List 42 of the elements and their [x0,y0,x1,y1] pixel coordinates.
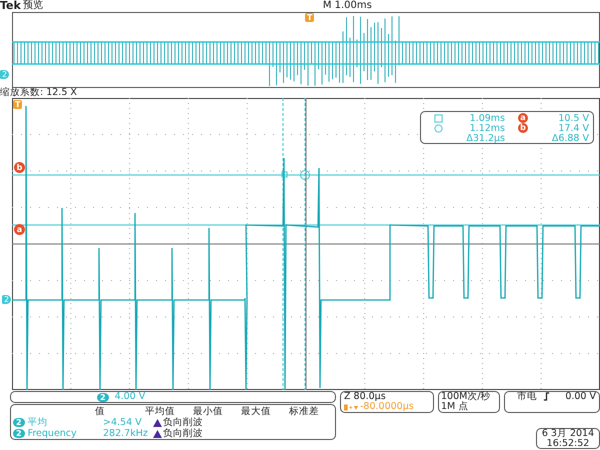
trigger-position-icon [344,404,359,410]
trigger-source: 市电 [517,392,537,402]
horizontal-position: -80.0000µs [360,402,414,412]
cursor-voltage: 10.5 V [557,112,589,124]
cursor-marker: b [518,123,528,133]
channel-marker: 2 [2,295,12,304]
channel-badge: 2 [13,429,25,438]
measurement-value: >4.54 V [103,417,143,428]
measurement-status: 负向削波 [163,427,203,440]
column-header: 最小值 [193,406,224,417]
cursor-voltage: Δ6.88 V [550,132,589,144]
channel-marker: 2 [0,70,10,79]
sample-rate: 100M次/秒 [441,392,492,402]
time-label: 16:52:52 [546,438,590,448]
trigger-level: 0.00 V [565,392,596,402]
column-header: 值 [95,406,106,417]
channel-badge: 2 [97,392,109,402]
cursor-time: Δ31.2µs [465,132,505,144]
brand-label: Tek [0,0,21,12]
square-icon [434,114,442,122]
measurement-value: 282.7kHz [103,428,149,439]
cursor-time: 1.09ms [468,112,505,124]
date-label: 6 3月 2014 [542,429,594,438]
column-header: 平均值 [145,406,176,417]
measurement-status: 负向削波 [163,416,203,428]
cursor-time: 1.12ms [468,122,505,134]
cursor-marker: a [518,113,528,123]
zoom-timebase: Z 80.0µs [344,392,387,402]
record-length: 1M 点 [441,402,470,412]
circle-icon [434,124,442,132]
channel-scale: 4.00 V [114,392,146,402]
rising-edge-icon [543,392,550,401]
channel-badge: 2 [13,418,25,427]
measurement-name: 平均 [28,416,48,429]
measurement-name: Frequency [28,428,77,439]
column-header: 标准差 [289,406,319,417]
trigger-marker: T [305,13,314,22]
cursor-voltage: 17.4 V [557,122,589,134]
column-header: 最大值 [241,406,272,417]
mode-label: 预览 [22,0,43,12]
trigger-marker: T [13,100,22,109]
timebase-readout: M 1.00ms [322,0,372,12]
